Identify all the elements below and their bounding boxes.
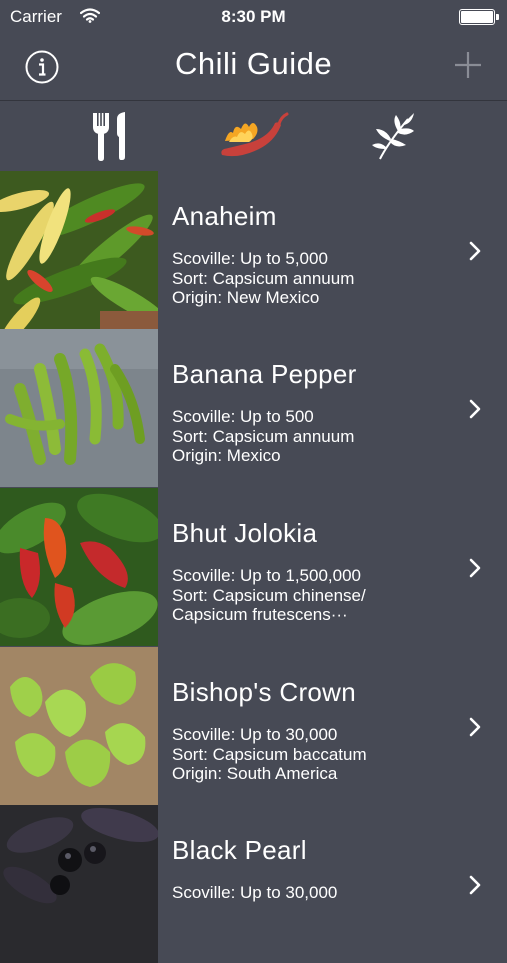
list-item[interactable]: Anaheim Scoville: Up to 5,000 Sort: Caps… <box>0 171 507 329</box>
pepper-details: Scoville: Up to 500 Sort: Capsicum annuu… <box>172 407 354 466</box>
status-bar: Carrier 8:30 PM <box>0 0 507 34</box>
scoville-text: Scoville: Up to 5,000 <box>172 249 328 268</box>
pepper-details: Scoville: Up to 30,000 Sort: Capsicum ba… <box>172 725 367 784</box>
list-item[interactable]: Bishop's Crown Scoville: Up to 30,000 So… <box>0 647 507 805</box>
chevron-right-icon <box>469 717 481 737</box>
pepper-photo <box>0 805 158 963</box>
tab-herbs[interactable] <box>308 101 477 171</box>
pepper-photo <box>0 171 158 329</box>
scoville-text: Scoville: Up to 1,500,000 <box>172 566 362 585</box>
chevron-right-icon <box>469 558 481 578</box>
add-button[interactable] <box>453 50 483 80</box>
list-item[interactable]: Black Pearl Scoville: Up to 30,000 <box>0 805 507 963</box>
chevron-right-icon <box>469 241 481 261</box>
origin-text: Origin: New Mexico <box>172 288 320 307</box>
sort-text: Sort: Capsicum annuum <box>172 426 355 446</box>
pepper-details: Scoville: Up to 1,500,000 Sort: Capsicum… <box>172 566 366 625</box>
pepper-name: Anaheim <box>172 201 277 231</box>
list-item[interactable]: Banana Pepper Scoville: Up to 500 Sort: … <box>0 329 507 487</box>
plus-icon <box>455 52 481 78</box>
chevron-right-icon <box>469 875 481 895</box>
scoville-text: Scoville: Up to 30,000 <box>172 725 338 744</box>
pepper-photo <box>0 488 158 646</box>
pepper-name: Bishop's Crown <box>172 677 357 707</box>
origin-text: Origin: Mexico <box>172 446 281 465</box>
chili-pepper-icon <box>220 112 288 157</box>
chevron-right-icon <box>469 399 481 419</box>
herb-leaf-icon <box>371 113 414 160</box>
clock: 8:30 PM <box>221 7 286 26</box>
sort-text: Sort: Capsicum annuum <box>172 268 355 288</box>
list-item[interactable]: Bhut Jolokia Scoville: Up to 1,500,000 S… <box>0 488 507 646</box>
sort-text: Sort: Capsicum chinense/ <box>172 585 366 605</box>
pepper-details: Scoville: Up to 5,000 Sort: Capsicum ann… <box>172 249 354 308</box>
category-tabs <box>0 101 507 171</box>
navigation-bar: Chili Guide <box>0 34 507 100</box>
pepper-photo <box>0 329 158 487</box>
page-title: Chili Guide <box>174 46 333 81</box>
pepper-photo <box>0 647 158 805</box>
pepper-name: Banana Pepper <box>172 359 357 389</box>
pepper-name: Bhut Jolokia <box>172 518 318 548</box>
origin-text: Origin: South America <box>172 764 338 783</box>
sort-text: Sort: Capsicum baccatum <box>172 744 367 764</box>
pepper-name: Black Pearl <box>172 835 307 865</box>
sort-text-continued: Capsicum frutescens··· <box>172 605 348 624</box>
fork-knife-icon <box>92 112 125 161</box>
battery-icon <box>459 9 499 25</box>
scoville-text: Scoville: Up to 500 <box>172 407 314 426</box>
